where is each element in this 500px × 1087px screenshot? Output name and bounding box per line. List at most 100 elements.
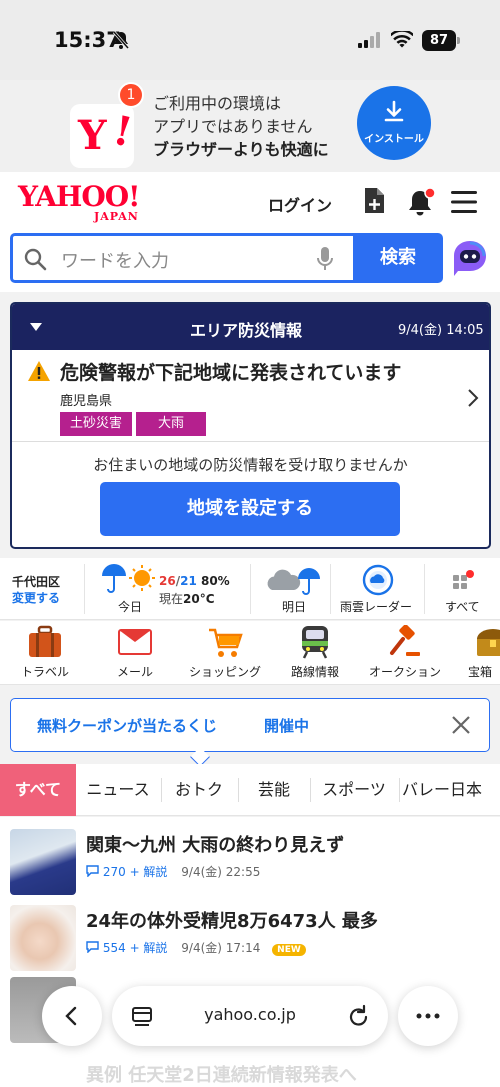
news-date: 9/4(金) 22:55 [181,865,261,879]
warning-prefecture: 鹿児島県 [60,394,113,409]
install-label: インストール [364,134,424,145]
commentary-label: + 解説 [129,865,168,879]
comment-count: 270 [102,865,126,879]
coupon-banner[interactable]: 無料クーポンが当たるくじ 開催中 [10,698,490,752]
all-label: すべて [445,600,480,614]
tab-deals[interactable]: おトク [163,764,235,816]
collapse-triangle-icon[interactable] [30,323,42,331]
silent-bell-icon [112,31,130,53]
logo-main: YAHOO! [18,180,140,213]
comment-icon [86,941,99,954]
today-precip: 80% [200,574,230,588]
reload-icon[interactable] [348,1004,370,1028]
services-row: トラベル メール ショッピング 路線情報 オークション 宝箱 [0,621,500,685]
comment-icon [86,865,99,878]
ai-assistant-icon[interactable] [450,237,490,283]
warning-row[interactable]: 危険警報が下記地域に発表されています 鹿児島県 土砂災害 大雨 [12,350,489,442]
more-dots-icon [416,1013,440,1019]
train-icon [302,626,328,659]
tomorrow-label: 明日 [282,600,307,614]
banner-line-2: アプリではありません [153,117,313,136]
weather-row: 千代田区 変更する 今日 26/21 80% 現在20°C 明日 雨雲レーダー … [0,558,500,620]
coupon-text: 無料クーポンが当たるくじ [37,717,218,735]
search-input[interactable]: ワードを入力 検索 [10,233,443,283]
current-temp: 現在20°C [159,590,215,607]
service-mail-label: メール [116,665,153,679]
area-disaster-card: エリア防災情報 9/4(金) 14:05 危険警報が下記地域に発表されています … [10,302,491,549]
close-icon[interactable] [451,715,471,739]
status-bar: 15:37 87 [0,0,500,80]
microphone-icon[interactable] [316,246,334,276]
service-auction-label: オークション [368,665,441,679]
change-area-link[interactable]: 変更する [12,589,60,606]
service-treasure-label: 宝箱 [467,665,492,679]
news-meta: 270 + 解説 9/4(金) 22:55 [86,863,260,880]
tab-news[interactable]: ニュース [78,764,158,816]
news-meta: 554 + 解説 9/4(金) 17:14 NEW [86,939,306,956]
search-placeholder: ワードを入力 [61,251,169,272]
search-button[interactable]: 検索 [353,233,443,283]
news-item[interactable]: 関東〜九州 大雨の終わり見えず 270 + 解説 9/4(金) 22:55 [0,825,500,901]
all-services-grid-icon[interactable] [452,570,474,596]
set-area-button[interactable]: 地域を設定する [100,482,400,536]
disaster-header[interactable]: エリア防災情報 9/4(金) 14:05 [12,304,489,350]
warning-title: 危険警報が下記地域に発表されています [60,362,402,384]
login-link[interactable]: ログイン [268,192,332,216]
banner-line-1: ご利用中の環境は [153,94,282,113]
commentary-label: + 解説 [129,941,168,955]
weather-area: 千代田区 [12,575,61,589]
tab-volleyball-japan[interactable]: バレー日本 [402,764,500,816]
comment-count: 554 [102,941,126,955]
cloud-umbrella-icon[interactable] [266,566,322,600]
warning-tag-landslide: 土砂災害 [60,412,132,436]
app-install-banner: Y! 1 ご利用中の環境は アプリではありません ブラウザーよりも快適に インス… [0,80,500,172]
more-button[interactable] [398,986,458,1046]
service-shopping-label: ショッピング [188,665,261,679]
treasure-chest-icon [477,629,500,656]
service-transit-label: 路線情報 [290,665,339,679]
service-travel-label: トラベル [20,665,69,679]
hamburger-menu-icon[interactable] [451,190,477,218]
yahoo-japan-logo[interactable]: YAHOO! JAPAN [18,180,140,223]
warning-tag-heavy-rain: 大雨 [136,412,206,436]
tab-sports[interactable]: スポーツ [312,764,396,816]
news-title: 関東〜九州 大雨の終わり見えず [86,835,345,856]
add-document-icon[interactable] [362,186,388,220]
disaster-datetime: 9/4(金) 14:05 [398,323,484,338]
suitcase-icon [29,625,61,657]
address-bar[interactable]: yahoo.co.jp [112,986,388,1046]
url-text: yahoo.co.jp [204,1005,296,1024]
battery-level: 87 [422,30,456,51]
notification-badge: 1 [118,82,144,108]
news-date: 9/4(金) 17:14 [181,941,261,955]
tab-entertainment[interactable]: 芸能 [240,764,308,816]
disaster-title: エリア防災情報 [190,321,303,340]
today-label: 今日 [118,600,143,614]
tab-all[interactable]: すべて [0,764,76,816]
today-temps: 26/21 80% [159,574,230,588]
banner-message: ご利用中の環境は アプリではありません ブラウザーよりも快適に [153,92,329,161]
chevron-right-icon [467,388,479,412]
rain-radar-label: 雨雲レーダー [340,600,413,614]
search-row: ワードを入力 検索 [0,232,500,292]
status-time: 15:37 [54,28,121,52]
wifi-icon [389,29,415,53]
chevron-left-icon [65,1006,77,1026]
browser-toolbar: yahoo.co.jp [0,966,500,1087]
back-button[interactable] [42,986,102,1046]
coupon-status: 開催中 [264,717,310,735]
gavel-icon [390,625,420,656]
yahoo-app-logo: Y! [70,104,136,168]
news-tabs: すべて ニュース おトク 芸能 スポーツ バレー日本 [0,764,500,816]
install-button[interactable]: インストール [357,86,431,160]
download-icon [384,100,404,122]
banner-line-3: ブラウザーよりも快適に [153,140,329,159]
warning-icon [27,360,51,386]
search-icon [23,247,47,275]
today-high: 26 [159,574,176,588]
umbrella-sun-icon[interactable] [100,564,156,600]
rain-radar-icon[interactable] [362,564,394,600]
notification-bell-icon[interactable] [405,186,437,222]
news-title: 24年の体外受精児8万6473人 最多 [86,911,378,932]
today-low: 21 [180,574,197,588]
